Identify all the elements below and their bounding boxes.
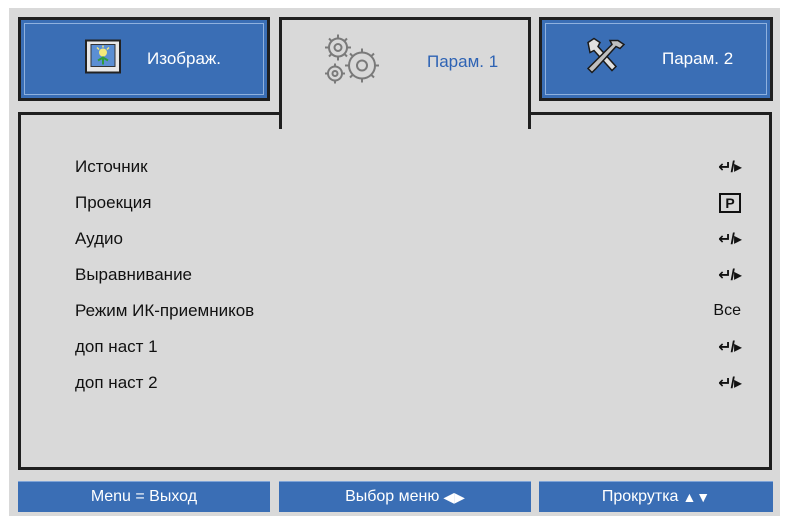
menu-item-label: доп наст 2: [75, 373, 158, 392]
menu-item-ir-mode[interactable]: Режим ИК-приемников Все: [75, 293, 741, 329]
footer-exit: Menu = Выход: [18, 481, 270, 512]
menu-panel: Источник ↵/▸ Проекция P Аудио ↵/▸ Выравн…: [18, 112, 772, 470]
menu-item-label: Проекция: [75, 193, 152, 212]
gears-icon: [322, 34, 380, 91]
ir-mode-value: Все: [713, 302, 741, 319]
menu-item-advanced-2[interactable]: доп наст 2 ↵/▸: [75, 365, 742, 401]
menu-item-projection[interactable]: Проекция P: [75, 185, 741, 221]
tab-param1[interactable]: Парам. 1: [279, 17, 531, 129]
menu-item-label: Источник: [75, 157, 148, 176]
footer-exit-label: Menu = Выход: [90, 488, 198, 505]
tab-inner-border: [24, 23, 264, 95]
menu-item-label: Аудио: [75, 229, 123, 248]
enter-arrow-icon: ↵/▸: [718, 339, 742, 356]
enter-arrow-icon: ↵/▸: [718, 375, 742, 392]
footer-select-label: Выбор меню: [345, 488, 440, 505]
tab-param2-label: Парам. 2: [662, 49, 734, 68]
left-right-arrows-icon: ◀▶: [443, 488, 465, 505]
menu-item-advanced-1[interactable]: доп наст 1 ↵/▸: [75, 329, 742, 365]
footer-scroll-label: Прокрутка: [601, 488, 679, 505]
footer-select: Выбор меню ◀▶: [279, 481, 531, 512]
menu-item-alignment[interactable]: Выравнивание ↵/▸: [75, 257, 742, 293]
enter-arrow-icon: ↵/▸: [718, 231, 742, 248]
enter-arrow-icon: ↵/▸: [718, 267, 742, 284]
tab-param2[interactable]: Парам. 2: [539, 17, 773, 101]
tab-image-label: Изображ.: [147, 49, 222, 68]
menu-item-source[interactable]: Источник ↵/▸: [75, 149, 742, 185]
projection-p-icon: P: [719, 193, 741, 213]
osd-menu: Изображ. Парам. 1 Парам. 2 Источник ↵/▸ …: [9, 8, 780, 516]
menu-item-label: доп наст 1: [75, 337, 158, 356]
menu-item-audio[interactable]: Аудио ↵/▸: [75, 221, 742, 257]
footer-scroll: Прокрутка ▲▼: [539, 481, 773, 512]
tab-param1-label: Парам. 1: [427, 52, 499, 71]
tab-inner-border: [545, 23, 767, 95]
tools-icon: [582, 37, 628, 82]
image-icon: [85, 39, 121, 79]
up-down-arrows-icon: ▲▼: [682, 489, 711, 505]
tab-image[interactable]: Изображ.: [18, 17, 270, 101]
enter-arrow-icon: ↵/▸: [718, 159, 742, 176]
menu-item-label: Выравнивание: [75, 265, 193, 284]
projection-value: P: [719, 193, 741, 213]
menu-item-label: Режим ИК-приемников: [75, 301, 255, 320]
